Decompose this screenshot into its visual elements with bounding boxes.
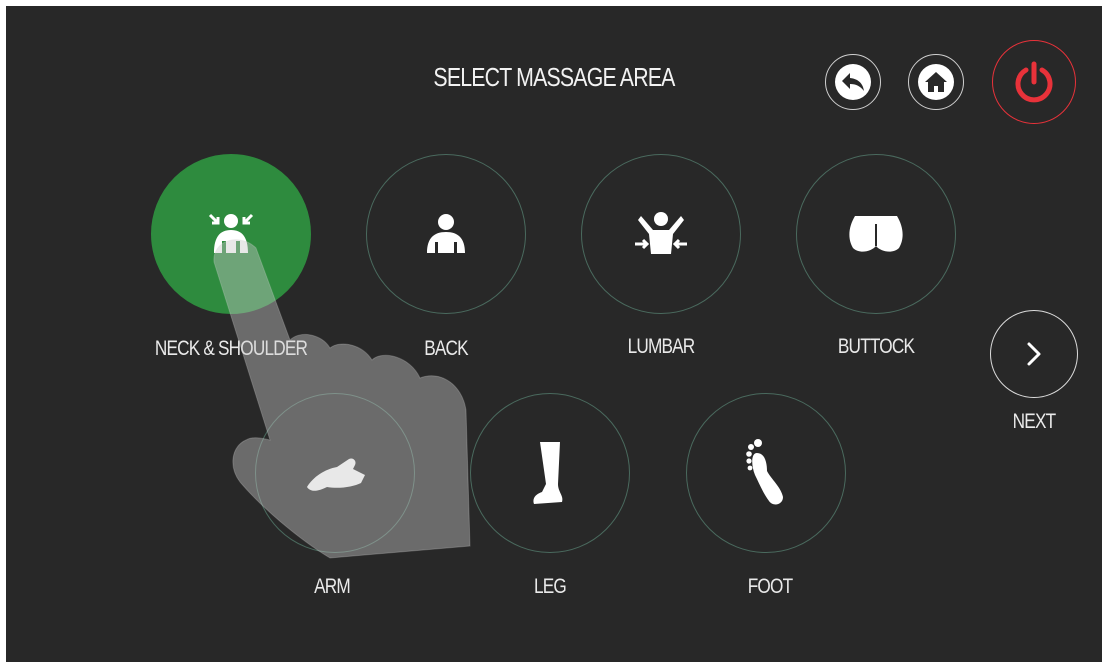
back-icon	[427, 214, 465, 253]
home-button[interactable]	[908, 54, 964, 110]
power-button[interactable]	[992, 40, 1076, 124]
area-label-buttock: BUTTOCK	[837, 335, 915, 358]
area-arm[interactable]	[255, 393, 415, 553]
area-label-leg: LEG	[533, 575, 567, 598]
lumbar-icon	[635, 212, 687, 254]
chevron-right-icon	[1027, 342, 1041, 366]
buttock-icon	[849, 216, 903, 252]
area-label-back: BACK	[424, 337, 468, 360]
area-label-neck-shoulder: NECK & SHOULDER	[154, 337, 308, 360]
area-neck-shoulder[interactable]	[151, 154, 311, 314]
neck-shoulder-icon	[208, 213, 254, 253]
leg-icon	[533, 442, 563, 504]
area-label-lumbar: LUMBAR	[627, 335, 696, 358]
area-lumbar[interactable]	[581, 154, 741, 314]
back-button[interactable]	[825, 54, 881, 110]
home-icon	[918, 64, 954, 100]
area-leg[interactable]	[470, 393, 630, 553]
next-label: NEXT	[1012, 410, 1056, 433]
foot-icon	[746, 439, 783, 505]
power-icon	[1015, 61, 1053, 103]
area-label-foot: FOOT	[747, 575, 793, 598]
area-back[interactable]	[366, 154, 526, 314]
area-label-arm: ARM	[314, 575, 351, 598]
arm-icon	[307, 458, 365, 491]
next-button[interactable]	[990, 310, 1078, 398]
area-foot[interactable]	[686, 393, 846, 553]
back-arrow-icon	[835, 64, 871, 100]
area-buttock[interactable]	[796, 154, 956, 314]
